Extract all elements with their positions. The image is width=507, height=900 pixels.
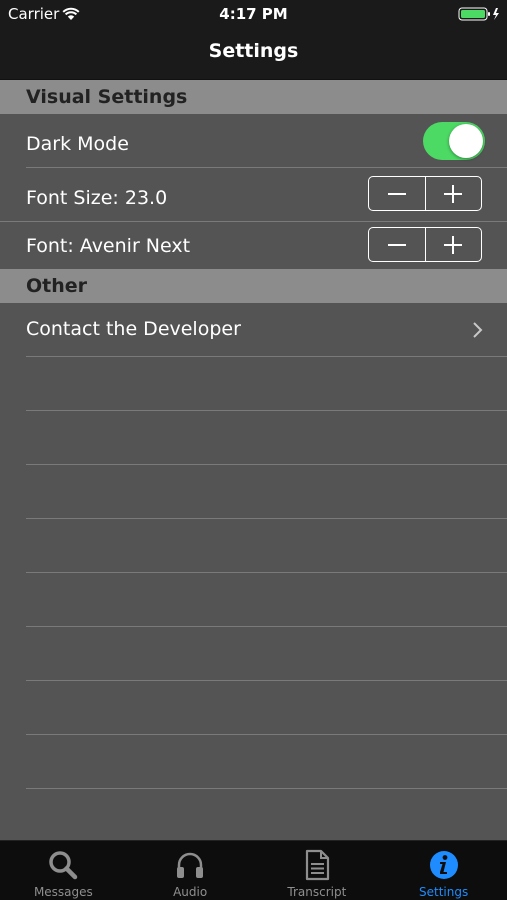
- divider: [26, 788, 507, 789]
- divider: [26, 518, 507, 519]
- dark-mode-label: Dark Mode: [26, 133, 129, 155]
- tab-audio[interactable]: Audio: [127, 841, 254, 900]
- page-title: Settings: [208, 40, 299, 62]
- minus-icon: [387, 243, 406, 246]
- divider: [26, 464, 507, 465]
- toggle-knob: [449, 124, 483, 158]
- dark-mode-toggle[interactable]: [423, 122, 485, 160]
- tab-label: Messages: [33, 885, 93, 899]
- tab-label: Audio: [173, 885, 208, 899]
- font-size-increment-button[interactable]: [424, 177, 482, 210]
- clock: 4:17 PM: [219, 5, 288, 23]
- font-previous-button[interactable]: [369, 228, 425, 261]
- contact-developer-row[interactable]: Contact the Developer: [0, 303, 507, 357]
- tab-transcript[interactable]: Transcript: [254, 841, 381, 900]
- font-size-row: Font Size: 23.0: [0, 168, 507, 221]
- info-icon: [429, 851, 458, 879]
- tab-settings[interactable]: Settings: [380, 841, 507, 900]
- font-size-decrement-button[interactable]: [369, 177, 425, 210]
- headphones-icon: [177, 852, 204, 878]
- status-bar: Carrier 4:17 PM: [0, 0, 507, 28]
- chevron-right-icon: [473, 322, 483, 338]
- search-icon: [49, 851, 78, 880]
- tab-label: Settings: [419, 885, 469, 899]
- divider: [26, 572, 507, 573]
- section-header-other: Other: [0, 269, 507, 303]
- divider: [26, 680, 507, 681]
- divider: [26, 626, 507, 627]
- font-row: Font: Avenir Next: [0, 222, 507, 269]
- tab-bar: Messages Audio Transcript Settings: [0, 840, 507, 900]
- divider: [26, 410, 507, 411]
- section-header-visual-settings: Visual Settings: [0, 80, 507, 114]
- document-icon: [305, 849, 329, 881]
- minus-icon: [387, 192, 406, 195]
- plus-icon: [444, 184, 463, 203]
- tab-label: Transcript: [287, 885, 347, 899]
- tab-messages[interactable]: Messages: [0, 841, 127, 900]
- font-size-stepper[interactable]: [368, 176, 482, 211]
- font-label: Font: Avenir Next: [26, 235, 191, 257]
- divider: [26, 356, 507, 357]
- plus-icon: [444, 235, 463, 254]
- contact-developer-label: Contact the Developer: [26, 318, 241, 340]
- dark-mode-row: Dark Mode: [0, 114, 507, 168]
- navigation-bar: Settings: [0, 28, 507, 80]
- divider: [26, 734, 507, 735]
- font-size-label: Font Size: 23.0: [26, 187, 168, 209]
- font-next-button[interactable]: [424, 228, 482, 261]
- battery-icon: [458, 7, 499, 21]
- font-stepper[interactable]: [368, 227, 482, 262]
